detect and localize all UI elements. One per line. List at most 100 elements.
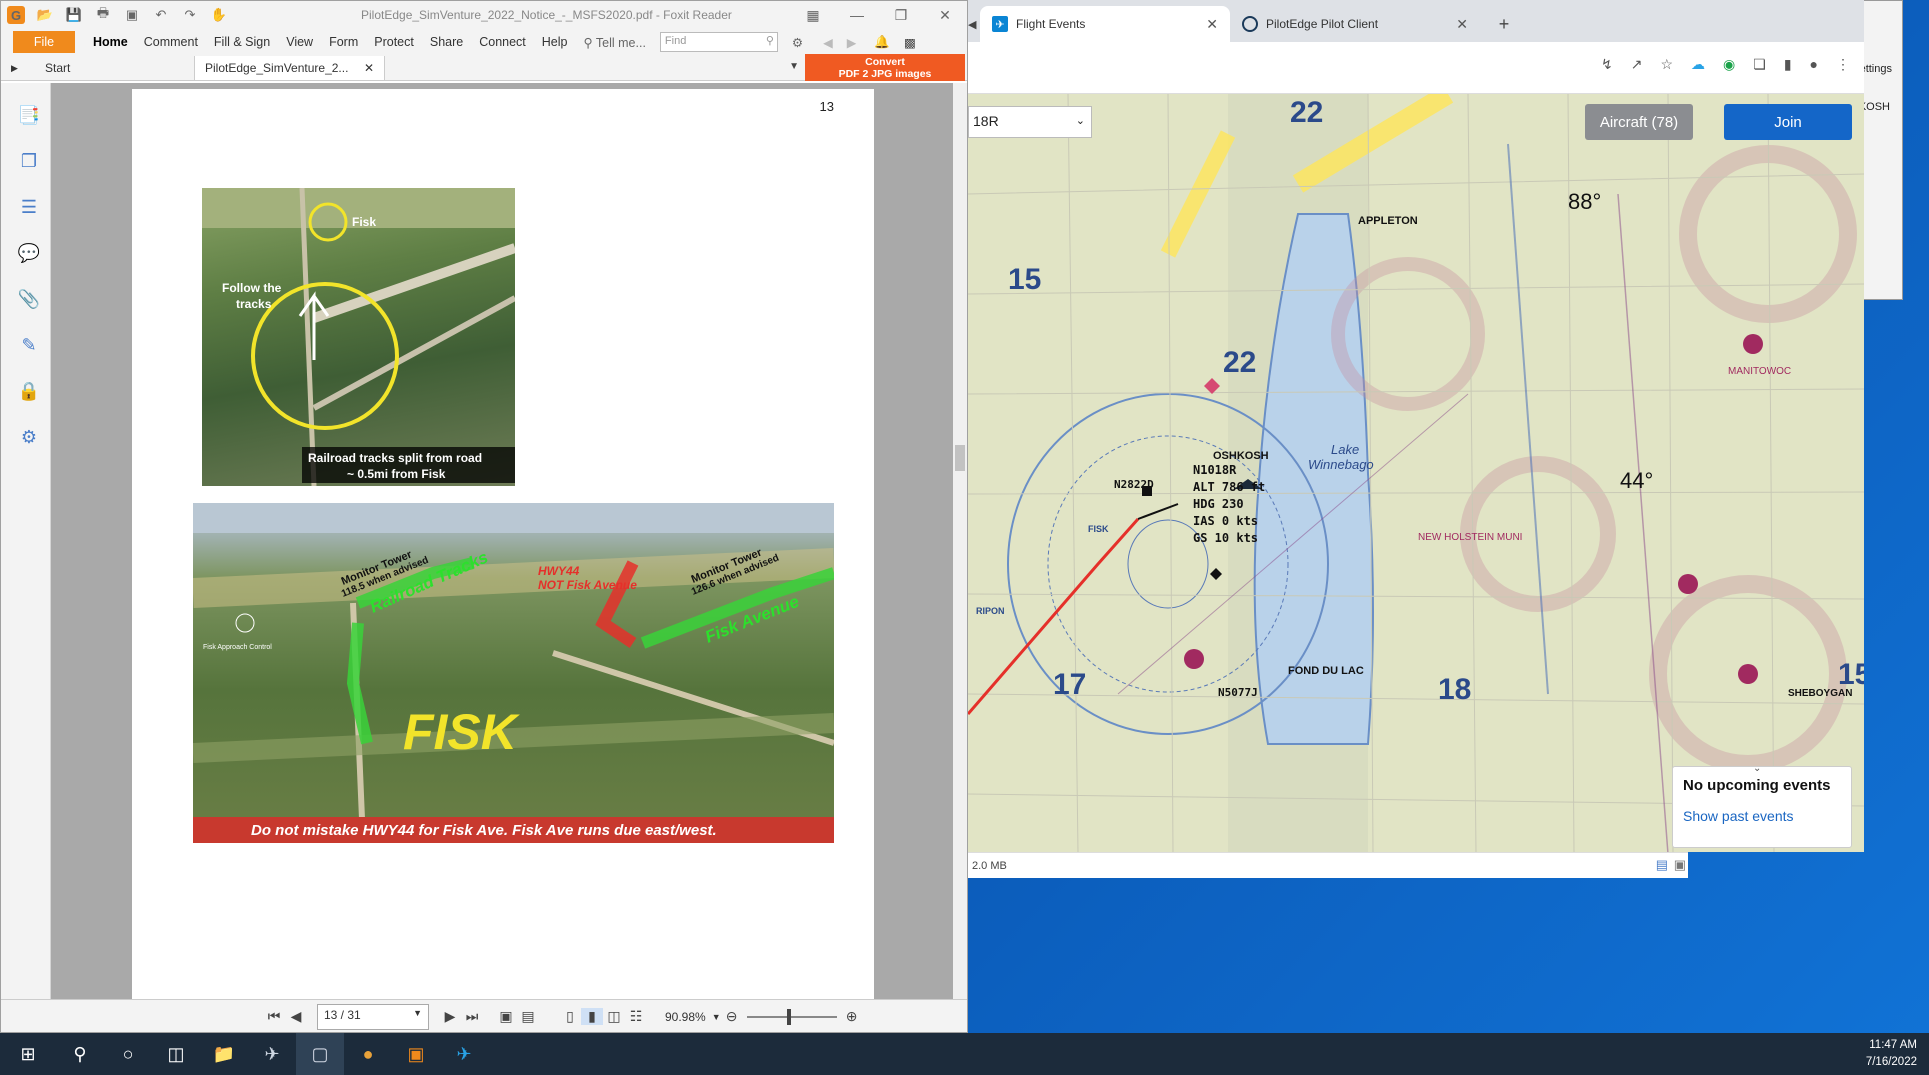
document-canvas[interactable]: 13 Fisk Follow the tracks Railroad track… xyxy=(51,83,957,999)
prev-page-icon[interactable]: ◀ xyxy=(285,1008,307,1025)
pilotedge-app-icon[interactable]: ✈ xyxy=(248,1033,296,1075)
tab-flight-events[interactable]: ✈ Flight Events ✕ xyxy=(980,6,1230,42)
install-app-icon[interactable]: ↯ xyxy=(1601,56,1613,73)
menu-share[interactable]: Share xyxy=(422,35,471,49)
collapse-chevron-icon[interactable]: ⌄ xyxy=(1753,763,1761,774)
join-button[interactable]: Join xyxy=(1724,104,1852,140)
menu-help[interactable]: Help xyxy=(534,35,576,49)
undo-icon[interactable]: ↶ xyxy=(152,6,170,24)
browser-menu-icon[interactable]: ⋮ xyxy=(1836,56,1850,73)
menu-protect[interactable]: Protect xyxy=(366,35,422,49)
screenshot-icon[interactable]: ▣ xyxy=(123,6,141,24)
close-button[interactable]: ✕ xyxy=(923,1,967,29)
tab-overflow-icon[interactable]: ◀ xyxy=(968,6,980,42)
zoom-level[interactable]: 90.98% xyxy=(665,1010,706,1024)
menu-connect[interactable]: Connect xyxy=(471,35,534,49)
chrome-icon[interactable]: ● xyxy=(344,1033,392,1075)
search-icon[interactable]: ⚲ xyxy=(766,34,774,47)
security-lock-icon[interactable]: 🔒 xyxy=(17,381,41,405)
tools-icon[interactable]: ⚙ xyxy=(17,427,41,451)
tell-me-box[interactable]: ⚲ Tell me... xyxy=(576,35,654,50)
save-icon[interactable]: 💾 xyxy=(65,6,83,24)
list-view-icon[interactable]: ▤ xyxy=(1656,857,1668,873)
bookmark-star-icon[interactable]: ☆ xyxy=(1660,56,1673,73)
account-icon[interactable]: ▩ xyxy=(904,35,916,50)
tab-start[interactable]: Start xyxy=(35,56,195,80)
convert-ad-button[interactable]: Convert PDF 2 JPG images xyxy=(805,54,965,81)
side-panel-icon[interactable]: ▮ xyxy=(1784,56,1792,73)
pages-icon[interactable]: ❐ xyxy=(17,151,41,175)
page-dropdown-icon[interactable]: ▼ xyxy=(413,1008,422,1018)
menu-form[interactable]: Form xyxy=(321,35,366,49)
runway-select[interactable]: 18R ⌄ xyxy=(968,106,1092,138)
share-icon[interactable]: ↗ xyxy=(1631,56,1643,73)
file-menu[interactable]: File xyxy=(13,31,75,53)
vertical-scrollbar[interactable] xyxy=(953,83,967,999)
open-folder-icon[interactable]: 📂 xyxy=(36,6,54,24)
scrollbar-thumb[interactable] xyxy=(955,445,965,471)
minimize-button[interactable]: — xyxy=(835,1,879,29)
menu-home[interactable]: Home xyxy=(85,35,136,49)
fit-width-icon[interactable]: ▤ xyxy=(517,1008,539,1025)
profile-avatar[interactable]: ● xyxy=(1810,56,1818,73)
extensions-puzzle-icon[interactable]: ❏ xyxy=(1753,56,1766,73)
last-page-icon[interactable]: ⏭ xyxy=(461,1008,483,1025)
ribbon-toggle-icon[interactable]: ▦ xyxy=(791,1,835,29)
bell-icon[interactable]: 🔔 xyxy=(874,35,890,50)
tab-close-icon[interactable]: ✕ xyxy=(364,61,374,75)
restore-button[interactable]: ❐ xyxy=(879,1,923,29)
next-page-icon[interactable]: ▶ xyxy=(439,1008,461,1025)
msfs-app-icon[interactable]: ▢ xyxy=(296,1033,344,1075)
foxit-taskbar-icon[interactable]: ▣ xyxy=(392,1033,440,1075)
show-past-events-link[interactable]: Show past events xyxy=(1683,808,1841,824)
next-view-icon[interactable]: ▶ xyxy=(847,35,857,50)
continuous-facing-icon[interactable]: ☷ xyxy=(625,1008,647,1025)
zoom-slider[interactable] xyxy=(746,1008,837,1025)
settings-label[interactable]: ettings xyxy=(1860,63,1892,75)
tabs-scroll-icon[interactable]: ▶ xyxy=(1,56,35,80)
task-view-icon[interactable]: ◫ xyxy=(152,1033,200,1075)
continuous-page-icon[interactable]: ▮ xyxy=(581,1008,603,1025)
print-icon[interactable]: 🖶 xyxy=(94,5,112,24)
tab-pilotedge-client[interactable]: PilotEdge Pilot Client ✕ xyxy=(1230,6,1480,42)
facing-page-icon[interactable]: ◫ xyxy=(603,1008,625,1025)
aircraft-n1018r-datablock[interactable]: N1018R ALT 786 ft HDG 230 IAS 0 kts GS 1… xyxy=(1193,462,1265,547)
signatures-icon[interactable]: ✎ xyxy=(17,335,41,359)
cloud-extension-icon[interactable]: ☁ xyxy=(1691,56,1705,73)
tab-document[interactable]: PilotEdge_SimVenture_2... ✕ xyxy=(195,56,385,80)
search-icon[interactable]: ⚲ xyxy=(56,1033,104,1075)
page-number-input[interactable]: 13 / 31 ▼ xyxy=(317,1003,429,1030)
system-clock[interactable]: 11:47 AM 7/16/2022 xyxy=(1866,1037,1917,1071)
file-explorer-icon[interactable]: 📁 xyxy=(200,1033,248,1075)
tab-close-icon[interactable]: ✕ xyxy=(1456,16,1468,33)
new-tab-button[interactable]: + xyxy=(1490,10,1518,38)
cortana-circle-icon[interactable]: ○ xyxy=(104,1033,152,1075)
sectional-chart-map[interactable]: Lake Winnebago OSHKOSH APPLETON FOND DU … xyxy=(968,94,1864,852)
layers-icon[interactable]: ☰ xyxy=(17,197,41,221)
settings-gear-icon[interactable]: ⚙ xyxy=(792,35,803,50)
aircraft-n2822d-label[interactable]: N2822D xyxy=(1114,478,1154,491)
menu-comment[interactable]: Comment xyxy=(136,35,206,49)
comments-icon[interactable]: 💬 xyxy=(17,243,41,267)
menu-fill-sign[interactable]: Fill & Sign xyxy=(206,35,278,49)
zoom-slider-thumb[interactable] xyxy=(786,1008,791,1025)
hand-tool-icon[interactable]: ✋ xyxy=(210,6,228,24)
prev-view-icon[interactable]: ◀ xyxy=(823,35,833,50)
fit-page-icon[interactable]: ▣ xyxy=(495,1008,517,1025)
aircraft-n5077j-label[interactable]: N5077J xyxy=(1218,686,1258,699)
zoom-out-icon[interactable]: ⊖ xyxy=(721,1008,743,1025)
flight-events-taskbar-icon[interactable]: ✈ xyxy=(440,1033,488,1075)
zoom-in-icon[interactable]: ⊕ xyxy=(841,1008,863,1025)
redo-icon[interactable]: ↷ xyxy=(181,6,199,24)
grid-view-icon[interactable]: ▣ xyxy=(1674,857,1686,873)
attachments-icon[interactable]: 📎 xyxy=(17,289,41,313)
single-page-icon[interactable]: ▯ xyxy=(559,1008,581,1025)
start-windows-icon[interactable]: ⊞ xyxy=(0,1033,56,1075)
grammarly-extension-icon[interactable]: ◉ xyxy=(1723,56,1735,73)
zoom-dropdown-icon[interactable]: ▼ xyxy=(712,1012,721,1022)
first-page-icon[interactable]: ⏮ xyxy=(263,1008,285,1025)
bookmarks-icon[interactable]: 📑 xyxy=(17,105,41,129)
aircraft-list-button[interactable]: Aircraft (78) xyxy=(1585,104,1693,140)
find-input[interactable]: Find ⚲ xyxy=(659,32,778,52)
tab-list-chevron-icon[interactable]: ▼ xyxy=(789,61,799,72)
